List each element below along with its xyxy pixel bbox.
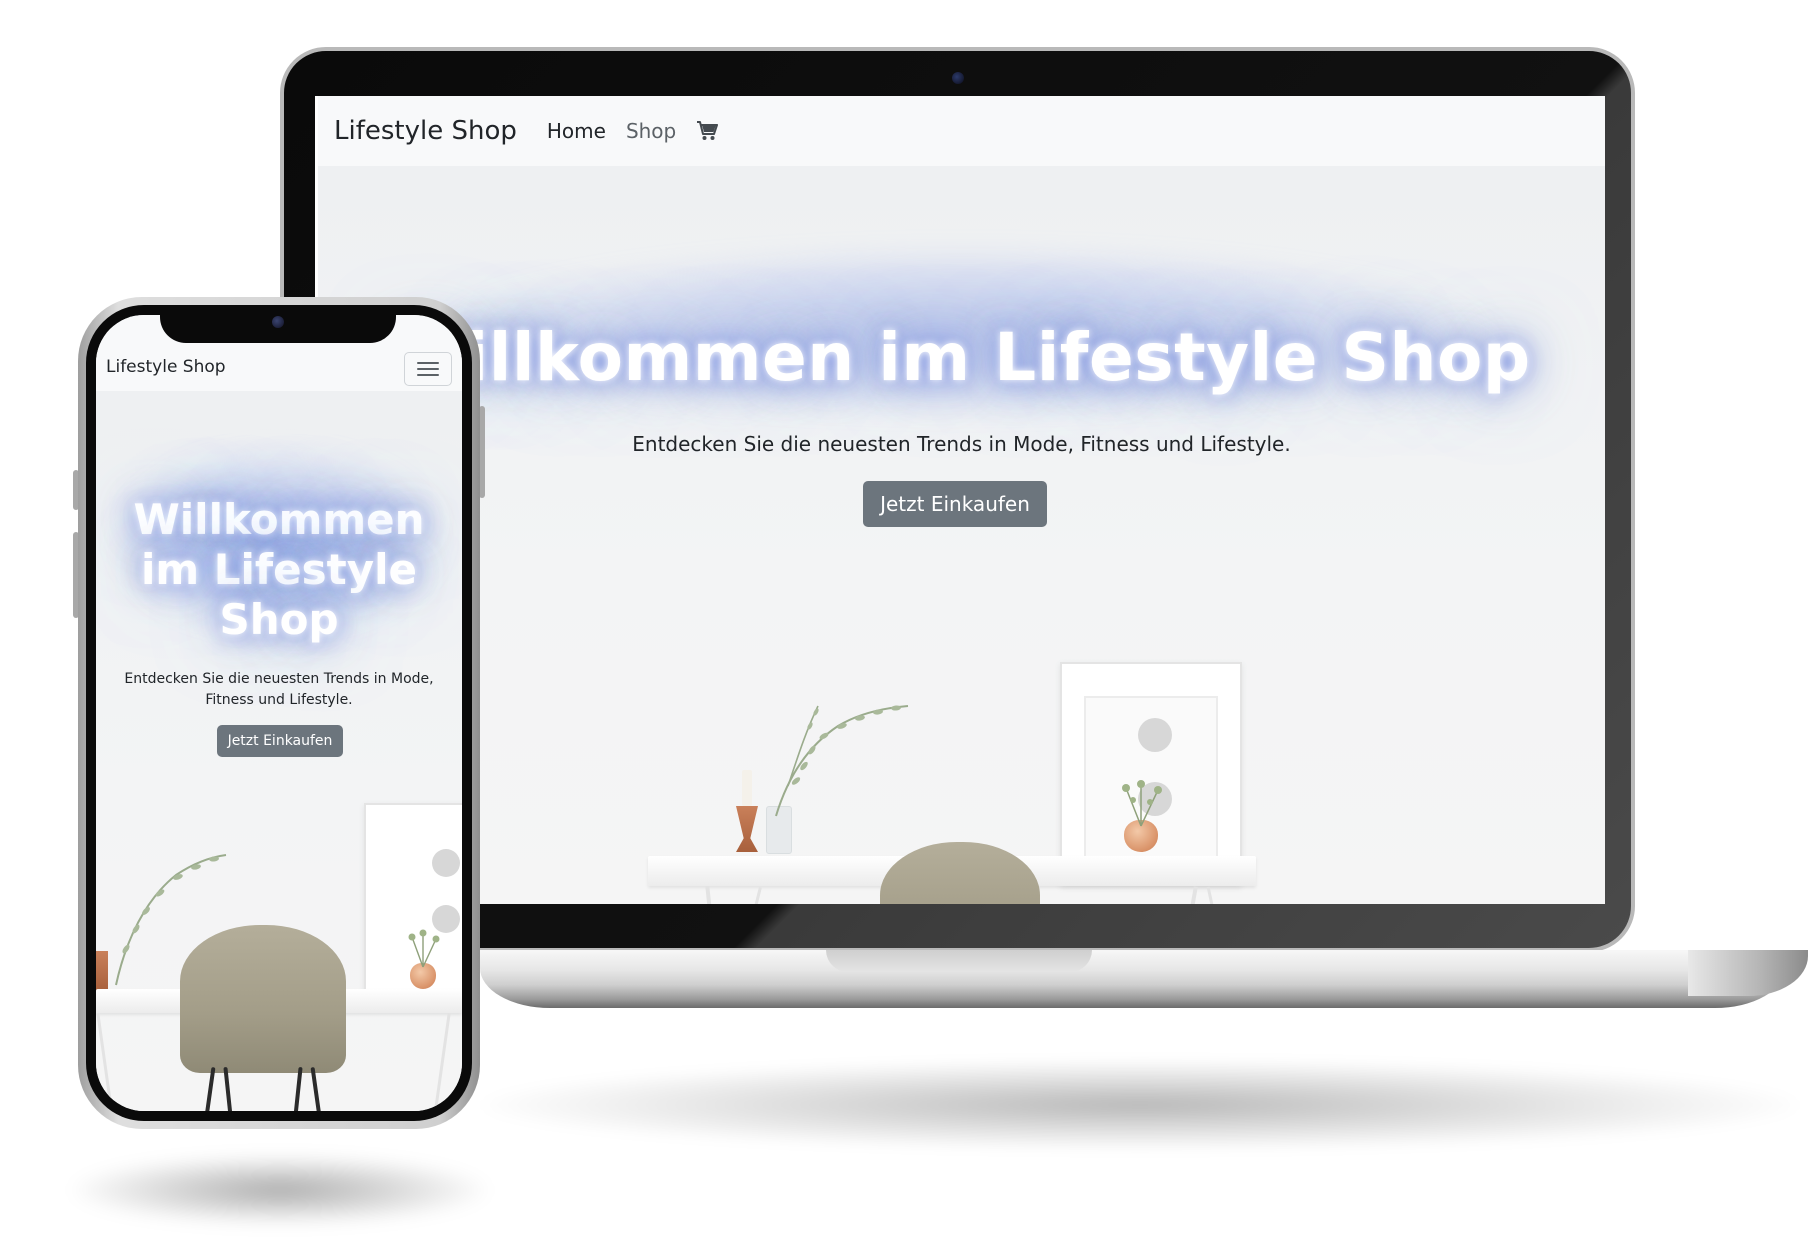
phone-shadow	[70, 1155, 490, 1225]
cart-icon[interactable]	[696, 121, 719, 141]
hero-title: Willkommen im Lifestyle Shop	[392, 319, 1531, 396]
shop-now-button[interactable]: Jetzt Einkaufen	[863, 481, 1047, 527]
mobile-hero-title-line: Shop	[219, 595, 339, 644]
candle	[742, 770, 752, 806]
picture-dot-top	[432, 849, 460, 877]
mobile-shop-now-button[interactable]: Jetzt Einkaufen	[217, 725, 343, 757]
phone-screen: Willkommen im Lifestyle Shop Entdecken S…	[96, 315, 462, 1111]
laptop-camera	[952, 72, 964, 84]
nav-link-home[interactable]: Home	[547, 119, 606, 143]
mobile-hero-subtitle-line: Entdecken Sie die neuesten Trends in Mod…	[124, 671, 434, 687]
hamburger-menu-icon	[417, 361, 439, 377]
mobile-navbar-brand[interactable]: Lifestyle Shop	[106, 357, 226, 377]
potted-plant	[1122, 780, 1162, 827]
nav-link-shop[interactable]: Shop	[626, 119, 676, 143]
mobile-hero-title-line: Willkommen	[133, 495, 425, 544]
navbar-toggler[interactable]	[404, 352, 452, 386]
hero-subtitle: Entdecken Sie die neuesten Trends in Mod…	[632, 432, 1291, 456]
laptop-base-edge	[1688, 950, 1808, 996]
mobile-chair	[180, 925, 346, 1073]
mobile-hero-title: Willkommen im Lifestyle Shop	[96, 495, 462, 645]
laptop-screen: Willkommen im Lifestyle Shop Entdecken S…	[315, 96, 1605, 904]
mobile-hero-subtitle: Entdecken Sie die neuesten Trends in Mod…	[96, 669, 462, 711]
mobile-potted-plant	[408, 929, 440, 968]
picture-dot-top	[1138, 718, 1172, 752]
phone-camera	[272, 316, 284, 328]
laptop-base	[480, 950, 1785, 1008]
mobile-candle-holder	[96, 951, 108, 991]
laptop-hinge-notch	[826, 950, 1092, 972]
mobile-hero-subtitle-line: Fitness und Lifestyle.	[205, 692, 353, 708]
mobile-hero-title-line: im Lifestyle	[140, 545, 418, 594]
navbar-brand[interactable]: Lifestyle Shop	[334, 116, 517, 146]
eucalyptus-branch	[775, 705, 909, 817]
desktop-navbar: Lifestyle Shop Home Shop	[318, 96, 1605, 166]
wall-picture-frame	[1060, 662, 1242, 886]
laptop-shadow	[480, 1060, 1800, 1150]
